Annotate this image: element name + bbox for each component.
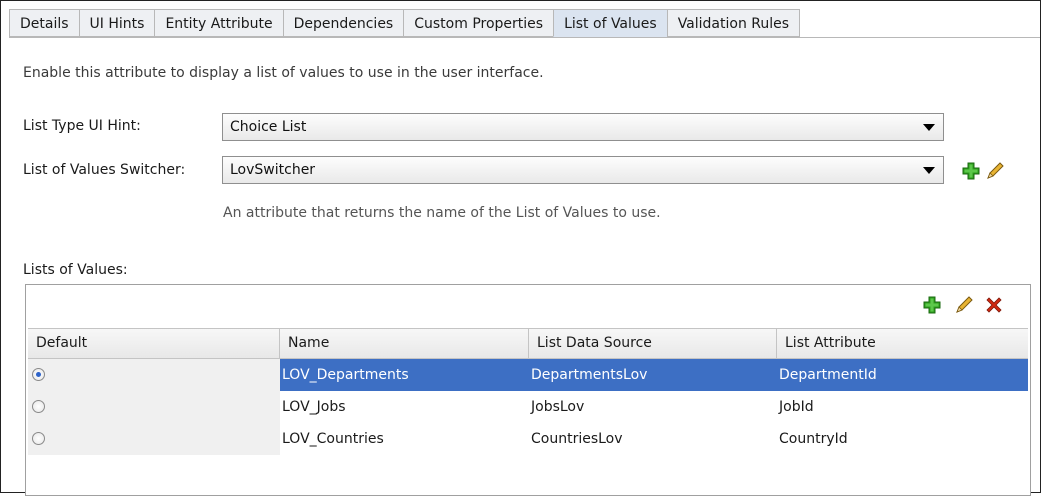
default-cell	[28, 391, 280, 423]
delete-icon[interactable]	[984, 295, 1004, 315]
intro-text: Enable this attribute to display a list …	[23, 65, 544, 81]
tab-entity-attribute[interactable]: Entity Attribute	[154, 9, 283, 37]
tab-divider	[9, 37, 1040, 38]
tab-details[interactable]: Details	[9, 9, 79, 37]
table-row[interactable]: LOV_Jobs JobsLov JobId	[28, 391, 1028, 423]
add-icon-svg	[962, 162, 980, 180]
default-radio[interactable]	[32, 432, 45, 445]
switcher-value: LovSwitcher	[230, 162, 316, 178]
name-cell: LOV_Jobs	[282, 399, 346, 415]
tab-bar: Details UI Hints Entity Attribute Depend…	[9, 9, 801, 38]
tab-dependencies[interactable]: Dependencies	[282, 9, 404, 37]
default-cell	[28, 359, 280, 391]
default-cell	[28, 423, 280, 455]
default-radio[interactable]	[32, 400, 45, 413]
add-icon[interactable]	[961, 161, 981, 181]
default-radio[interactable]	[32, 368, 45, 381]
name-cell: LOV_Departments	[280, 359, 529, 391]
attribute-cell: DepartmentId	[777, 359, 1028, 391]
source-cell: CountriesLov	[531, 431, 623, 447]
list-type-select[interactable]: Choice List	[222, 113, 944, 141]
edit-pencil-svg	[956, 296, 973, 313]
edit-pencil-icon[interactable]	[954, 295, 974, 315]
table-row[interactable]: LOV_Countries CountriesLov CountryId	[28, 423, 1028, 455]
attribute-cell: JobId	[779, 399, 814, 415]
lov-table: Default Name List Data Source List Attri…	[28, 328, 1028, 455]
edit-pencil-icon[interactable]	[985, 161, 1005, 181]
chevron-down-icon	[923, 124, 935, 131]
tab-custom-properties[interactable]: Custom Properties	[403, 9, 554, 37]
delete-icon-svg	[986, 297, 1002, 313]
add-icon-svg	[923, 296, 941, 314]
source-cell: JobsLov	[531, 399, 585, 415]
col-header-list-attribute[interactable]: List Attribute	[777, 329, 1028, 358]
tab-ui-hints[interactable]: UI Hints	[78, 9, 155, 37]
switcher-hint: An attribute that returns the name of th…	[223, 205, 661, 221]
source-cell: DepartmentsLov	[529, 359, 777, 391]
tab-list-of-values[interactable]: List of Values	[553, 9, 667, 37]
table-row[interactable]: LOV_Departments DepartmentsLov Departmen…	[28, 359, 1028, 391]
add-icon[interactable]	[922, 295, 942, 315]
lists-of-values-label: Lists of Values:	[23, 262, 128, 278]
switcher-select[interactable]: LovSwitcher	[222, 156, 944, 184]
col-header-default[interactable]: Default	[28, 329, 280, 358]
table-header: Default Name List Data Source List Attri…	[28, 328, 1028, 359]
list-type-label: List Type UI Hint:	[23, 118, 141, 134]
edit-pencil-svg	[987, 162, 1004, 179]
editor-frame: Details UI Hints Entity Attribute Depend…	[0, 0, 1041, 496]
lists-of-values-panel: Default Name List Data Source List Attri…	[25, 284, 1031, 496]
list-type-value: Choice List	[230, 119, 307, 135]
name-cell: LOV_Countries	[282, 431, 384, 447]
col-header-name[interactable]: Name	[280, 329, 529, 358]
chevron-down-icon	[923, 167, 935, 174]
attribute-cell: CountryId	[779, 431, 848, 447]
tab-validation-rules[interactable]: Validation Rules	[666, 9, 801, 37]
switcher-label: List of Values Switcher:	[23, 162, 186, 178]
col-header-list-data-source[interactable]: List Data Source	[529, 329, 777, 358]
